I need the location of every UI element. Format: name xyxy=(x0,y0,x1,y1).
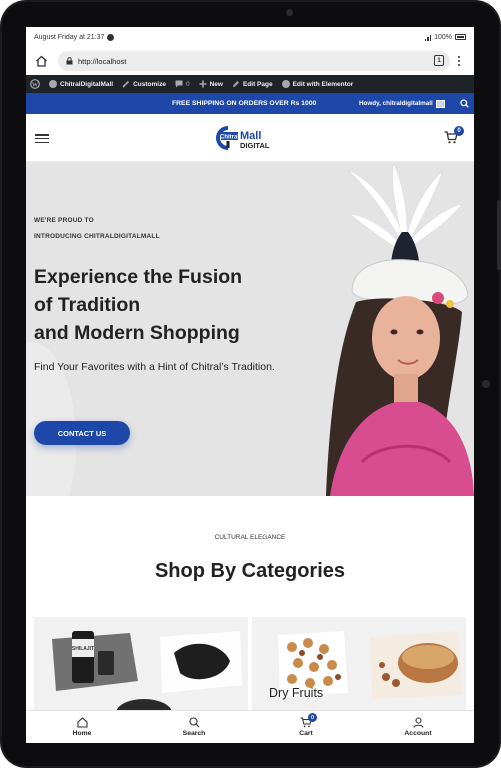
hero-section: WE'RE PROUD TO INTRODUCING CHITRALDIGITA… xyxy=(26,162,474,496)
nav-cart[interactable]: 0 Cart xyxy=(250,711,362,743)
hero-subtitle: Find Your Favorites with a Hint of Chitr… xyxy=(34,361,275,373)
admin-comments-link[interactable]: 0 xyxy=(175,80,190,88)
tablet-frame: August Friday at 21:37 100% http://local… xyxy=(0,0,501,768)
brush-icon xyxy=(122,80,130,88)
wp-admin-bar: W ChitralDigitalMall Customize 0 New Edi… xyxy=(26,75,474,93)
side-sensor xyxy=(482,380,490,388)
status-time: August Friday at 21:37 xyxy=(34,33,105,41)
category-card-health[interactable]: SHILAJIT xyxy=(34,617,248,717)
greeting-text: Howdy, chitraldigitalmall xyxy=(359,100,433,107)
admin-new-label: New xyxy=(209,80,223,88)
nav-search-label: Search xyxy=(182,730,206,737)
product-label: SHILAJIT xyxy=(72,646,94,652)
dashboard-icon xyxy=(49,80,57,88)
search-icon xyxy=(188,717,199,728)
svg-text:W: W xyxy=(32,82,38,88)
header-cart-button[interactable]: 0 xyxy=(444,126,464,145)
pencil-icon xyxy=(232,81,239,87)
admin-customize-label: Customize xyxy=(133,80,166,88)
nav-account[interactable]: Account xyxy=(362,711,474,743)
battery-icon xyxy=(455,34,466,40)
address-bar[interactable]: http://localhost xyxy=(58,51,450,71)
admin-edit-page-label: Edit Page xyxy=(242,80,273,88)
admin-site-name: ChitralDigitalMall xyxy=(60,80,114,88)
shipping-message: FREE SHIPPING ON ORDERS OVER Rs 1000 xyxy=(172,100,317,107)
bottom-navigation: Home Search 0 Cart Account xyxy=(26,710,474,743)
admin-new-link[interactable]: New xyxy=(199,80,223,88)
admin-edit-page-link[interactable]: Edit Page xyxy=(232,80,273,88)
comment-icon xyxy=(175,80,183,88)
url-text: http://localhost xyxy=(78,56,127,66)
hero-girl-image xyxy=(290,162,474,496)
nav-cart-label: Cart xyxy=(299,730,313,737)
logo-word-digital: DIGITAL xyxy=(240,141,270,150)
contact-us-button[interactable]: CONTACT US xyxy=(34,421,130,445)
search-icon[interactable] xyxy=(460,99,469,110)
browser-toolbar: http://localhost 1 xyxy=(26,47,474,75)
side-button[interactable] xyxy=(497,200,501,270)
user-icon xyxy=(412,717,424,728)
admin-elementor-link[interactable]: Edit with Elementor xyxy=(281,80,354,88)
avatar xyxy=(435,99,445,108)
cart-count-badge: 0 xyxy=(454,126,464,136)
logo-word-chitral: Chitral xyxy=(220,134,239,140)
tab-switcher-button[interactable]: 1 xyxy=(434,55,444,66)
nav-home[interactable]: Home xyxy=(26,711,138,743)
screen: August Friday at 21:37 100% http://local… xyxy=(26,27,474,743)
hero-eyebrow-1: WE'RE PROUD TO xyxy=(34,217,94,224)
browser-menu-icon[interactable] xyxy=(456,54,462,68)
hero-title-line-2: of Tradition xyxy=(34,294,141,316)
category-label-dry-fruits: Dry Fruits xyxy=(269,686,324,700)
hero-title-line-1: Experience the Fusion xyxy=(34,266,243,288)
hero-title-line-3: and Modern Shopping xyxy=(34,322,240,344)
lock-icon xyxy=(66,57,73,65)
admin-site-link[interactable]: ChitralDigitalMall xyxy=(49,80,113,88)
elementor-icon xyxy=(281,80,290,88)
nav-search[interactable]: Search xyxy=(138,711,250,743)
home-icon[interactable] xyxy=(32,52,50,70)
categories-eyebrow: CULTURAL ELEGANCE xyxy=(214,534,286,541)
category-card-dry-fruits[interactable]: Dry Fruits xyxy=(252,617,466,717)
site-header: Chitral Mall DIGITAL 0 xyxy=(26,114,474,162)
categories-title: Shop By Categories xyxy=(154,560,346,582)
hamburger-menu-icon[interactable] xyxy=(35,134,49,143)
plus-icon xyxy=(199,80,207,88)
nav-account-label: Account xyxy=(404,730,432,737)
admin-customize-link[interactable]: Customize xyxy=(122,80,166,88)
wordpress-logo-icon[interactable]: W xyxy=(30,79,40,89)
admin-comments-count: 0 xyxy=(185,80,190,88)
nav-cart-badge: 0 xyxy=(308,713,317,722)
admin-elementor-label: Edit with Elementor xyxy=(292,80,354,88)
hero-title: Experience the Fusion of Tradition and M… xyxy=(34,263,284,347)
battery-percent: 100% xyxy=(434,33,452,41)
status-bar: August Friday at 21:37 100% xyxy=(26,27,474,47)
account-greeting[interactable]: Howdy, chitraldigitalmall xyxy=(359,99,445,108)
signal-icon xyxy=(424,34,432,41)
notification-icon xyxy=(107,33,115,41)
site-logo[interactable]: Chitral Mall DIGITAL xyxy=(214,124,280,152)
nav-home-label: Home xyxy=(72,730,92,737)
announcement-bar: FREE SHIPPING ON ORDERS OVER Rs 1000 How… xyxy=(26,93,474,114)
front-camera xyxy=(286,9,293,16)
hero-eyebrow-2: INTRODUCING CHITRALDIGITALMALL xyxy=(34,233,160,240)
home-icon xyxy=(76,717,88,728)
